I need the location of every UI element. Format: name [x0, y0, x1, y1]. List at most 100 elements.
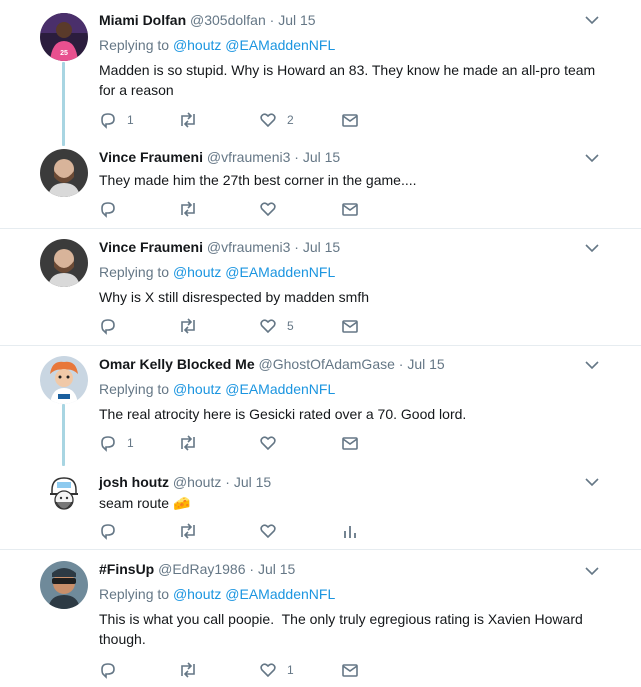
- chevron-down-icon[interactable]: [585, 243, 599, 253]
- author-name[interactable]: Vince Fraumeni: [99, 149, 203, 165]
- replying-to: Replying to @houtz @EAMaddenNFL: [99, 263, 611, 281]
- mention-link[interactable]: @EAMaddenNFL: [225, 264, 335, 280]
- tweet[interactable]: #FinsUp @EdRay1986 · Jul 15 Replying to …: [0, 550, 641, 687]
- reply-button[interactable]: [99, 316, 127, 336]
- chevron-down-icon[interactable]: [585, 15, 599, 25]
- retweet-button[interactable]: [178, 199, 198, 219]
- mention-link[interactable]: @houtz: [173, 586, 221, 602]
- retweet-button[interactable]: [178, 433, 198, 453]
- separator-dot: ·: [294, 149, 299, 165]
- direct-message-icon: [342, 664, 358, 677]
- replying-to: Replying to @houtz @EAMaddenNFL: [99, 36, 611, 54]
- chevron-down-icon[interactable]: [585, 566, 599, 576]
- reply-button[interactable]: 1: [99, 110, 134, 130]
- like-button[interactable]: [259, 199, 287, 219]
- avatar[interactable]: [40, 356, 88, 404]
- reply-button[interactable]: [99, 521, 127, 541]
- like-button[interactable]: [259, 521, 287, 541]
- tweet[interactable]: Vince Fraumeni @vfraumeni3 · Jul 15 They…: [0, 139, 641, 228]
- like-icon: [260, 113, 276, 128]
- direct-message-icon: [342, 437, 358, 450]
- author-handle[interactable]: @vfraumeni3: [207, 149, 290, 165]
- retweet-button[interactable]: [178, 316, 198, 336]
- tweet-timestamp[interactable]: Jul 15: [234, 474, 271, 490]
- direct-message-button[interactable]: [341, 199, 359, 219]
- reply-icon: [101, 202, 115, 218]
- direct-message-icon: [342, 203, 358, 216]
- reply-button[interactable]: 1: [99, 433, 134, 453]
- mention-link[interactable]: @EAMaddenNFL: [225, 381, 335, 397]
- author-name[interactable]: Vince Fraumeni: [99, 239, 203, 255]
- author-name[interactable]: #FinsUp: [99, 561, 154, 577]
- reply-icon: [101, 319, 115, 335]
- mention-link[interactable]: @EAMaddenNFL: [225, 37, 335, 53]
- tweet-timestamp[interactable]: Jul 15: [258, 561, 295, 577]
- tweet-timestamp[interactable]: Jul 15: [303, 149, 340, 165]
- direct-message-button[interactable]: [341, 433, 359, 453]
- author-name[interactable]: josh houtz: [99, 474, 169, 490]
- mention-link[interactable]: @houtz: [173, 381, 221, 397]
- author-handle[interactable]: @houtz: [173, 474, 221, 490]
- like-icon: [260, 524, 276, 539]
- author-handle[interactable]: @vfraumeni3: [207, 239, 290, 255]
- direct-message-button[interactable]: [341, 110, 359, 130]
- tweet[interactable]: josh houtz @houtz · Jul 15 seam route 🧀: [0, 464, 641, 549]
- author-handle[interactable]: @305dolfan: [190, 12, 266, 28]
- tweet-text: Madden is so stupid. Why is Howard an 83…: [99, 62, 596, 98]
- tweet-text: Why is X still disrespected by madden sm…: [99, 289, 369, 305]
- like-icon: [260, 436, 276, 451]
- tweet-timestamp[interactable]: Jul 15: [303, 239, 340, 255]
- analytics-button[interactable]: [341, 521, 359, 541]
- like-button[interactable]: 2: [259, 110, 294, 130]
- tweet[interactable]: Vince Fraumeni @vfraumeni3 · Jul 15 Repl…: [0, 229, 641, 346]
- reply-icon: [101, 524, 115, 540]
- retweet-icon: [181, 435, 195, 451]
- reply-button[interactable]: [99, 660, 127, 680]
- mention-link[interactable]: @EAMaddenNFL: [225, 586, 335, 602]
- like-button[interactable]: 5: [259, 316, 294, 336]
- tweet-text: seam route 🧀: [99, 493, 611, 513]
- retweet-icon: [181, 201, 195, 217]
- like-icon: [260, 663, 276, 678]
- tweet[interactable]: Omar Kelly Blocked Me @GhostOfAdamGase ·…: [0, 346, 641, 464]
- separator-dot: ·: [398, 356, 404, 372]
- like-button[interactable]: 1: [259, 660, 294, 680]
- replying-to: Replying to @houtz @EAMaddenNFL: [99, 585, 611, 603]
- retweet-icon: [181, 112, 195, 128]
- direct-message-button[interactable]: [341, 660, 359, 680]
- analytics-icon: [344, 526, 356, 538]
- separator-dot: ·: [269, 12, 275, 28]
- retweet-icon: [181, 318, 195, 334]
- reply-button[interactable]: [99, 199, 127, 219]
- chevron-down-icon[interactable]: [585, 153, 599, 163]
- tweet-text: This is what you call poopie. The only t…: [99, 611, 587, 647]
- like-button[interactable]: [259, 433, 287, 453]
- retweet-button[interactable]: [178, 110, 198, 130]
- avatar[interactable]: 25: [40, 13, 88, 61]
- reply-icon: [101, 436, 115, 452]
- like-count: 2: [287, 113, 294, 127]
- author-handle[interactable]: @GhostOfAdamGase: [259, 356, 395, 372]
- avatar[interactable]: [40, 472, 88, 520]
- tweet-timestamp[interactable]: Jul 15: [278, 12, 315, 28]
- avatar[interactable]: [40, 561, 88, 609]
- retweet-button[interactable]: [178, 660, 198, 680]
- avatar[interactable]: [40, 149, 88, 197]
- retweet-icon: [181, 523, 195, 539]
- mention-link[interactable]: @houtz: [173, 264, 221, 280]
- like-count: 1: [287, 663, 294, 677]
- tweet-text: The real atrocity here is Gesicki rated …: [99, 406, 467, 422]
- author-handle[interactable]: @EdRay1986: [158, 561, 245, 577]
- chevron-down-icon[interactable]: [585, 477, 599, 487]
- tweet-timestamp[interactable]: Jul 15: [407, 356, 444, 372]
- chevron-down-icon[interactable]: [585, 360, 599, 370]
- tweet-text: They made him the 27th best corner in th…: [99, 172, 417, 188]
- mention-link[interactable]: @houtz: [173, 37, 221, 53]
- author-name[interactable]: Miami Dolfan: [99, 12, 186, 28]
- like-icon: [260, 202, 276, 217]
- direct-message-button[interactable]: [341, 316, 359, 336]
- author-name[interactable]: Omar Kelly Blocked Me: [99, 356, 255, 372]
- avatar[interactable]: [40, 239, 88, 287]
- tweet[interactable]: 25 Miami Dolfan @305dolfan · Jul 15 Repl…: [0, 0, 641, 139]
- retweet-button[interactable]: [178, 521, 198, 541]
